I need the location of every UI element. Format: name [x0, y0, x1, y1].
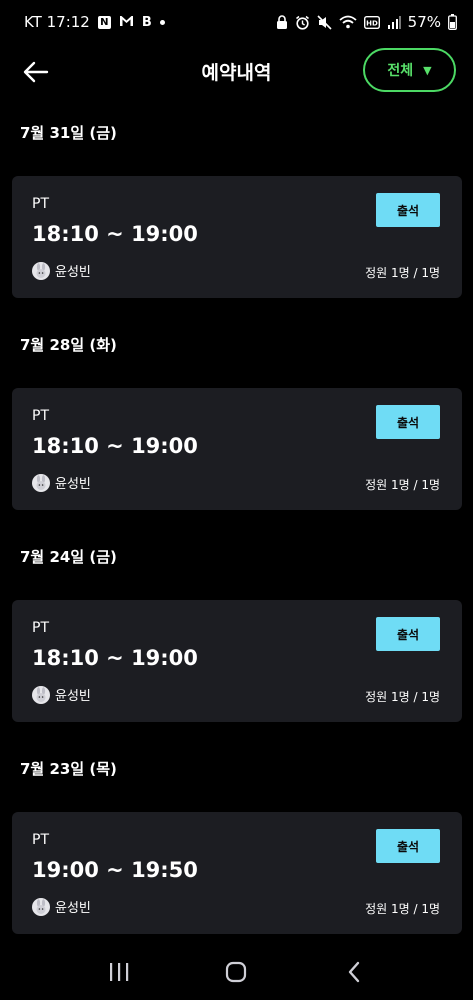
capacity-text: 정원 1명 / 1명	[365, 690, 440, 704]
reservation-card[interactable]: PT 18:10 ~ 19:00 윤성빈 정원 1명 / 1명 출석	[12, 388, 462, 510]
attendance-button[interactable]: 출석	[376, 829, 440, 863]
avatar	[32, 685, 50, 704]
reservation-card[interactable]: PT 18:10 ~ 19:00 윤성빈 정원 1명 / 1명 출석	[12, 600, 462, 722]
capacity-text: 정원 1명 / 1명	[365, 902, 440, 916]
instructor-name: 윤성빈	[55, 477, 91, 492]
system-nav-bar	[0, 944, 473, 1000]
reservation-card[interactable]: PT 19:00 ~ 19:50 윤성빈 정원 1명 / 1명 출석	[12, 812, 462, 934]
gmail-icon	[119, 13, 134, 31]
date-heading: 7월 28일 (화)	[20, 336, 117, 354]
chevron-left-icon	[348, 961, 360, 983]
instructor-name: 윤성빈	[55, 901, 91, 916]
avatar-icon	[36, 898, 46, 914]
instructor: 윤성빈	[32, 685, 91, 704]
battery-text: 57%	[407, 13, 441, 31]
filter-dropdown-button[interactable]: 전체 ▼	[363, 48, 456, 92]
system-back-button[interactable]	[334, 952, 374, 992]
carrier-time: KT 17:12	[24, 13, 90, 31]
instructor: 윤성빈	[32, 473, 91, 492]
attendance-button[interactable]: 출석	[376, 193, 440, 227]
attendance-button[interactable]: 출석	[376, 405, 440, 439]
avatar	[32, 473, 50, 492]
hd-icon: HD	[363, 15, 380, 29]
dot-icon	[159, 19, 165, 25]
instructor-name: 윤성빈	[55, 689, 91, 704]
session-type: PT	[32, 196, 49, 212]
attendance-button[interactable]: 출석	[376, 617, 440, 651]
naver-icon: N	[97, 15, 111, 29]
avatar-icon	[36, 686, 46, 702]
filter-label: 전체	[387, 63, 414, 79]
avatar	[32, 261, 50, 280]
avatar-icon	[36, 474, 46, 490]
capacity-text: 정원 1명 / 1명	[365, 478, 440, 492]
home-button[interactable]	[216, 952, 256, 992]
svg-text:HD: HD	[366, 19, 378, 27]
reservation-card[interactable]: PT 18:10 ~ 19:00 윤성빈 정원 1명 / 1명 출석	[12, 176, 462, 298]
app-header: 예약내역 전체 ▼	[0, 44, 473, 100]
instructor: 윤성빈	[32, 897, 91, 916]
session-type: PT	[32, 832, 49, 848]
mute-icon	[317, 14, 332, 30]
lock-icon	[276, 15, 288, 29]
avatar	[32, 897, 50, 916]
home-icon	[226, 961, 247, 983]
triangle-down-icon: ▼	[423, 63, 432, 77]
session-type: PT	[32, 620, 49, 636]
alarm-icon	[295, 15, 310, 30]
avatar-icon	[36, 262, 46, 278]
capacity-text: 정원 1명 / 1명	[365, 266, 440, 280]
date-heading: 7월 24일 (금)	[20, 548, 117, 566]
session-time: 18:10 ~ 19:00	[32, 434, 198, 458]
session-type: PT	[32, 408, 49, 424]
status-bar: KT 17:12 N B HD 57%	[0, 0, 473, 44]
b-app-icon: B	[141, 14, 152, 30]
recent-apps-icon	[109, 963, 129, 981]
instructor-name: 윤성빈	[55, 265, 91, 280]
session-time: 18:10 ~ 19:00	[32, 646, 198, 670]
session-time: 19:00 ~ 19:50	[32, 858, 198, 882]
battery-icon	[448, 14, 457, 30]
signal-icon	[387, 15, 401, 29]
session-time: 18:10 ~ 19:00	[32, 222, 198, 246]
wifi-icon	[339, 15, 357, 29]
instructor: 윤성빈	[32, 261, 91, 280]
date-heading: 7월 31일 (금)	[20, 124, 117, 142]
recent-apps-button[interactable]	[99, 952, 139, 992]
date-heading: 7월 23일 (목)	[20, 760, 117, 778]
